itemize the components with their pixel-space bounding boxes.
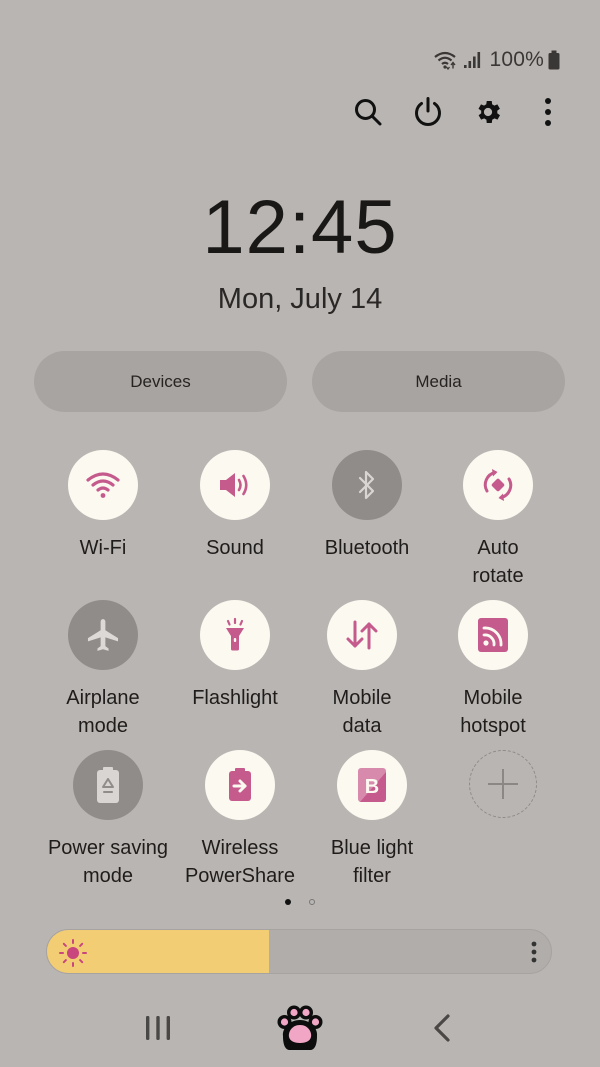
paw-home-icon: [277, 1005, 323, 1050]
speaker-icon: [220, 473, 248, 497]
tile-mobile-data-label: Mobile data: [332, 687, 392, 737]
media-label: Media: [415, 371, 462, 391]
auto-rotate-icon: [483, 469, 513, 501]
tile-blue-light-filter-toggle[interactable]: B: [337, 750, 407, 820]
more-vertical-icon: [531, 941, 537, 963]
tile-wifi[interactable]: Wi-Fi: [38, 450, 168, 562]
back-icon: [434, 1013, 450, 1042]
status-bar: 100%: [433, 46, 560, 74]
tile-bluetooth[interactable]: Bluetooth: [302, 450, 432, 562]
tile-airplane-mode[interactable]: Airplane mode: [38, 600, 168, 740]
clock-date[interactable]: Mon, July 14: [0, 282, 600, 316]
devices-button[interactable]: Devices: [34, 351, 287, 412]
tile-blue-light-filter[interactable]: B Blue light filter: [307, 750, 437, 890]
airplane-icon: [87, 619, 119, 651]
sun-icon: [57, 937, 89, 973]
tile-wireless-powershare[interactable]: Wireless PowerShare: [175, 750, 305, 890]
tile-sound[interactable]: Sound: [170, 450, 300, 562]
gear-icon: [478, 101, 500, 123]
wifi-icon: [86, 472, 120, 498]
tile-power-saving-mode-toggle[interactable]: [73, 750, 143, 820]
tile-mobile-hotspot-toggle[interactable]: [458, 600, 528, 670]
brightness-more-button[interactable]: [531, 941, 537, 968]
quick-panel-toolbar: [352, 94, 564, 130]
tile-mobile-data[interactable]: Mobile data: [297, 600, 427, 740]
search-icon: [355, 99, 382, 126]
recents-icon: [146, 1015, 170, 1040]
mobile-data-icon: [346, 620, 378, 650]
tile-auto-rotate-toggle[interactable]: [463, 450, 533, 520]
tile-auto-rotate-label: Auto rotate: [472, 537, 524, 587]
add-tile-button[interactable]: [469, 750, 537, 818]
wifi-data-icon: [433, 50, 459, 70]
power-saving-icon: [97, 767, 119, 803]
tile-mobile-data-toggle[interactable]: [327, 600, 397, 670]
wireless-powershare-icon: [229, 768, 251, 801]
tile-wifi-toggle[interactable]: [68, 450, 138, 520]
tile-mobile-hotspot[interactable]: Mobile hotspot: [428, 600, 558, 740]
tile-auto-rotate[interactable]: Auto rotate: [433, 450, 563, 590]
tile-flashlight-toggle[interactable]: [200, 600, 270, 670]
battery-percent: 100%: [489, 48, 544, 71]
tile-wireless-powershare-toggle[interactable]: [205, 750, 275, 820]
tile-sound-toggle[interactable]: [200, 450, 270, 520]
tile-airplane-mode-label: Airplane mode: [66, 687, 140, 737]
settings-button[interactable]: [472, 94, 504, 130]
back-button[interactable]: [425, 1000, 459, 1055]
bluetooth-icon: [358, 470, 375, 500]
tile-add[interactable]: [438, 750, 568, 818]
more-vertical-icon: [545, 98, 551, 126]
brightness-slider[interactable]: [46, 929, 552, 974]
tile-mobile-hotspot-label: Mobile hotspot: [460, 687, 526, 737]
page-dot-1[interactable]: [285, 899, 291, 905]
cell-signal-icon: [463, 51, 481, 69]
tile-power-saving-mode[interactable]: Power saving mode: [43, 750, 173, 890]
search-button[interactable]: [352, 94, 384, 130]
power-button[interactable]: [412, 94, 444, 130]
tile-flashlight-label: Flashlight: [192, 687, 278, 709]
tile-flashlight[interactable]: Flashlight: [170, 600, 300, 712]
devices-label: Devices: [130, 371, 191, 391]
hotspot-icon: [478, 618, 508, 652]
more-options-button[interactable]: [532, 94, 564, 130]
media-button[interactable]: Media: [312, 351, 565, 412]
tile-sound-label: Sound: [206, 537, 264, 559]
tile-wifi-label: Wi-Fi: [79, 537, 127, 559]
page-indicator: [0, 899, 600, 905]
home-button[interactable]: [272, 1000, 328, 1055]
tile-bluetooth-toggle[interactable]: [332, 450, 402, 520]
battery-full-icon: [548, 50, 560, 70]
power-icon: [415, 97, 441, 126]
blue-light-filter-icon: B: [358, 768, 386, 802]
page-dot-2[interactable]: [309, 899, 315, 905]
flashlight-icon: [226, 617, 244, 651]
navigation-bar: [0, 1000, 600, 1060]
recents-button[interactable]: [138, 1000, 178, 1055]
tile-wireless-powershare-label: Wireless PowerShare: [184, 837, 296, 887]
tile-airplane-mode-toggle[interactable]: [68, 600, 138, 670]
tile-bluetooth-label: Bluetooth: [324, 537, 410, 559]
tile-power-saving-mode-label: Power saving mode: [47, 837, 169, 887]
clock-time[interactable]: 12:45: [0, 188, 600, 268]
tile-blue-light-filter-label: Blue light filter: [330, 837, 414, 887]
add-icon: [488, 769, 518, 799]
svg-text:B: B: [365, 776, 379, 798]
